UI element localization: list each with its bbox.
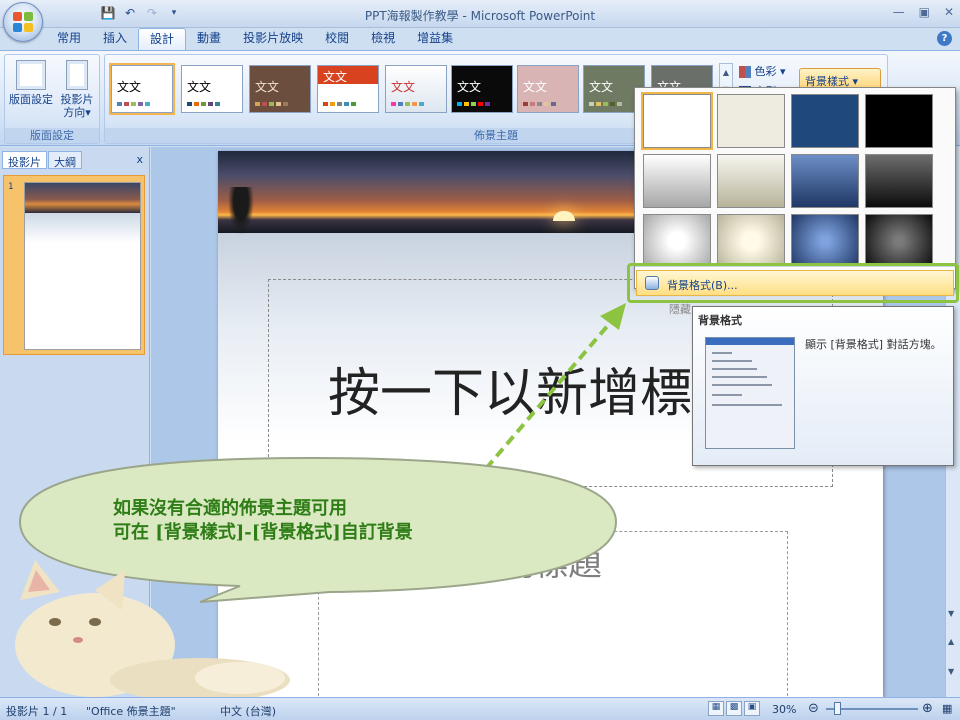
page-setup-group-label: 版面設定 bbox=[5, 128, 99, 143]
zoom-level: 30% bbox=[772, 703, 797, 716]
bg-style-swatch[interactable] bbox=[865, 154, 933, 208]
theme-thumb[interactable]: 文文 bbox=[517, 65, 579, 113]
format-background-tooltip: 背景格式 顯示 [背景格式] 對話方塊。 bbox=[692, 306, 954, 466]
highlight-box bbox=[627, 263, 959, 303]
callout-line-2: 可在 [背景樣式]-[背景格式]自訂背景 bbox=[113, 522, 413, 543]
title-bar: 💾 ↶ ↷ ▾ PPT海報製作教學 - Microsoft PowerPoint… bbox=[0, 0, 960, 28]
bg-style-swatch[interactable] bbox=[717, 214, 785, 268]
ribbon-tabs: 常用 插入 設計 動畫 投影片放映 校閱 檢視 增益集 bbox=[44, 28, 464, 50]
pane-tabs: 投影片 大綱 bbox=[2, 151, 83, 169]
bg-style-swatch[interactable] bbox=[717, 94, 785, 148]
bg-style-swatch[interactable] bbox=[865, 214, 933, 268]
window-title: PPT海報製作教學 - Microsoft PowerPoint bbox=[364, 9, 596, 23]
slide-thumbnail-item[interactable]: 1 bbox=[3, 175, 145, 355]
thumb-sky bbox=[25, 183, 140, 213]
cat-image bbox=[15, 560, 290, 697]
dialog-preview-line bbox=[712, 368, 757, 370]
orientation-icon bbox=[66, 60, 88, 90]
slide-number: 1 bbox=[8, 182, 14, 192]
bg-style-swatch[interactable] bbox=[865, 94, 933, 148]
window-controls: — ▣ ✕ bbox=[893, 5, 954, 19]
thumb-sea bbox=[25, 213, 140, 243]
tooltip-body: 顯示 [背景格式] 對話方塊。 bbox=[805, 338, 942, 351]
dialog-preview-line bbox=[712, 384, 772, 386]
bg-style-swatch[interactable] bbox=[791, 94, 859, 148]
bg-style-swatch[interactable] bbox=[643, 154, 711, 208]
tab-home[interactable]: 常用 bbox=[46, 28, 92, 50]
office-logo-icon bbox=[13, 12, 33, 32]
zoom-in-icon[interactable]: ⊕ bbox=[922, 701, 933, 716]
slide-thumbnail[interactable] bbox=[24, 182, 141, 350]
theme-thumb[interactable]: 文文 bbox=[249, 65, 311, 113]
colors-icon bbox=[739, 66, 751, 78]
dialog-preview-line bbox=[712, 352, 732, 354]
zoom-out-icon[interactable]: ⊝ bbox=[808, 701, 819, 716]
normal-view-icon[interactable]: ▦ bbox=[708, 701, 724, 716]
callout-text: 如果沒有合適的佈景主題可用 可在 [背景樣式]-[背景格式]自訂背景 bbox=[113, 497, 413, 545]
theme-thumb[interactable]: 文文 bbox=[181, 65, 243, 113]
slide-orientation-button[interactable]: 投影片 方向▾ bbox=[53, 60, 101, 119]
background-styles-dropdown: 隱藏 bbox=[634, 87, 956, 316]
dialog-preview-line bbox=[712, 376, 767, 378]
restore-icon[interactable]: ▣ bbox=[919, 5, 930, 19]
fit-to-window-icon[interactable]: ▦ bbox=[942, 702, 952, 715]
page-setup-icon bbox=[16, 60, 46, 90]
pane-close-icon[interactable]: x bbox=[136, 153, 143, 166]
slide-sorter-icon[interactable]: ▩ bbox=[726, 701, 742, 716]
bg-style-swatch[interactable] bbox=[791, 214, 859, 268]
theme-thumb[interactable]: 文文 bbox=[109, 63, 175, 115]
title-placeholder-text: 按一下以新增標 bbox=[328, 364, 693, 424]
dialog-preview-titlebar bbox=[706, 338, 794, 345]
prev-slide-icon[interactable]: ▲ bbox=[948, 637, 954, 646]
colors-button[interactable]: 色彩 ▾ bbox=[739, 63, 786, 79]
theme-thumb[interactable]: 文文 bbox=[451, 65, 513, 113]
dialog-preview-line bbox=[712, 394, 742, 396]
tooltip-title: 背景格式 bbox=[698, 314, 742, 327]
status-bar: 投影片 1 / 1 "Office 佈景主題" 中文 (台灣) ▦ ▩ ▣ 30… bbox=[0, 697, 960, 720]
status-slide: 投影片 1 / 1 bbox=[6, 705, 68, 718]
tab-addins[interactable]: 增益集 bbox=[406, 28, 464, 50]
tab-insert[interactable]: 插入 bbox=[92, 28, 138, 50]
callout-line-1: 如果沒有合適的佈景主題可用 bbox=[113, 498, 347, 519]
hide-background-item[interactable]: 隱藏 bbox=[669, 301, 691, 317]
tab-design[interactable]: 設計 bbox=[138, 28, 187, 50]
tab-review[interactable]: 校閱 bbox=[314, 28, 360, 50]
powerpoint-window: 💾 ↶ ↷ ▾ PPT海報製作教學 - Microsoft PowerPoint… bbox=[0, 0, 960, 720]
bg-style-swatch[interactable] bbox=[643, 214, 711, 268]
zoom-slider-thumb[interactable] bbox=[834, 702, 841, 715]
page-setup-button[interactable]: 版面設定 bbox=[7, 60, 55, 106]
tree-silhouette bbox=[228, 187, 254, 235]
close-icon[interactable]: ✕ bbox=[944, 5, 954, 19]
bg-style-swatch[interactable] bbox=[641, 92, 713, 150]
slideshow-view-icon[interactable]: ▣ bbox=[744, 701, 760, 716]
tab-animations[interactable]: 動畫 bbox=[186, 28, 232, 50]
office-button[interactable] bbox=[3, 2, 43, 42]
status-theme: "Office 佈景主題" bbox=[86, 705, 176, 718]
dialog-preview-line bbox=[712, 360, 752, 362]
dialog-preview-line bbox=[712, 404, 782, 406]
minimize-icon[interactable]: — bbox=[893, 5, 905, 19]
scroll-down-icon[interactable]: ▼ bbox=[948, 609, 954, 618]
subtitle-placeholder-text: 以新增副標題 bbox=[398, 544, 602, 584]
theme-thumb[interactable]: 文文 bbox=[385, 65, 447, 113]
bg-style-swatch[interactable] bbox=[791, 154, 859, 208]
tab-view[interactable]: 檢視 bbox=[360, 28, 406, 50]
bg-style-swatch[interactable] bbox=[717, 154, 785, 208]
tab-slides[interactable]: 投影片 bbox=[2, 151, 47, 169]
next-slide-icon[interactable]: ▼ bbox=[948, 667, 954, 676]
page-setup-group: 版面設定 投影片 方向▾ 版面設定 bbox=[4, 54, 100, 144]
theme-thumb[interactable]: 文文 bbox=[317, 65, 379, 113]
status-language: 中文 (台灣) bbox=[220, 705, 277, 718]
tab-outline[interactable]: 大綱 bbox=[48, 151, 82, 169]
dialog-preview-image bbox=[705, 337, 795, 449]
tab-slideshow[interactable]: 投影片放映 bbox=[232, 28, 314, 50]
help-icon[interactable]: ? bbox=[937, 31, 952, 46]
